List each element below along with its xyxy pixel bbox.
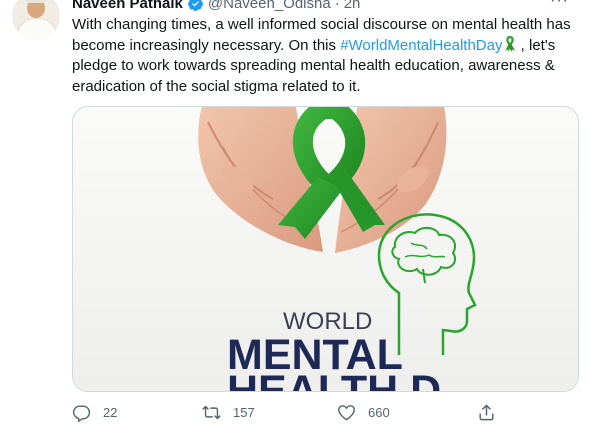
tweet-actions-bar: 22 157 660 [72,403,512,425]
mental-health-poster: WORLD MENTAL HEALTH D [73,107,578,391]
hashtag-link[interactable]: #WorldMentalHealthDay [340,37,502,54]
heart-icon [338,405,355,421]
more-options-icon[interactable]: ··· [550,0,569,10]
retweet-count: 157 [233,405,255,420]
author-handle[interactable]: @Naveen_Odisha [208,0,331,12]
retweet-button[interactable]: 157 [202,403,255,422]
author-name[interactable]: Naveen Patnaik [72,0,183,12]
green-ribbon-emoji-icon [504,35,515,51]
reply-count: 22 [103,405,118,420]
retweet-icon [202,405,221,420]
tweet-media-image[interactable]: WORLD MENTAL HEALTH D [72,106,579,392]
poster-line-health: HEALTH D [227,367,441,391]
like-button[interactable]: 660 [337,403,390,422]
verified-badge-icon [187,0,203,11]
reply-icon [72,405,91,422]
tweet-timestamp[interactable]: 2h [344,0,361,12]
tweet-text: With changing times, a well informed soc… [72,15,582,97]
like-count: 660 [368,405,390,420]
time-separator: · [334,0,340,12]
tweet-header: Naveen Patnaik @Naveen_Odisha · 2h [72,0,360,12]
author-avatar[interactable] [12,0,60,40]
share-icon [479,404,494,421]
share-button[interactable] [477,403,496,422]
reply-button[interactable]: 22 [72,403,117,422]
